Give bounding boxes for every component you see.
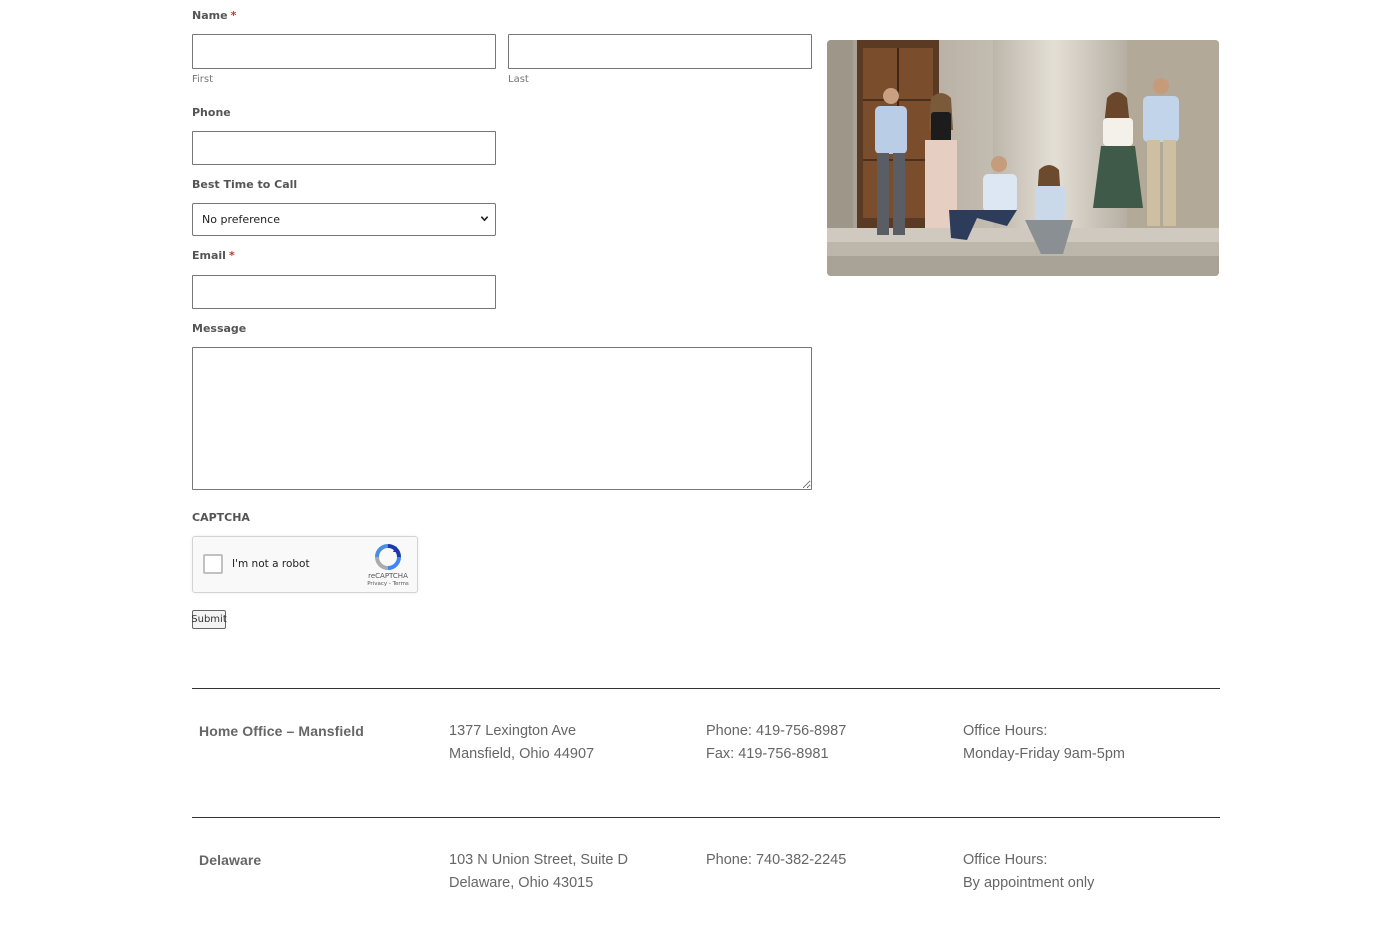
office-address: 1377 Lexington Ave Mansfield, Ohio 44907 [449,720,594,766]
office-fax: Fax: 419-756-8981 [706,746,829,762]
address-line: Mansfield, Ohio 44907 [449,746,595,762]
office-hours: Office Hours: By appointment only [963,849,1094,895]
team-photo [827,40,1219,276]
submit-button[interactable]: Submit [191,610,227,629]
message-label: Message [192,322,247,335]
office-hours-value: Monday-Friday 9am-5pm [963,746,1125,762]
phone-input[interactable] [192,131,496,165]
best-time-selected: No preference [202,213,280,226]
address-line: 1377 Lexington Ave [449,723,577,739]
office-hours-label: Office Hours: [963,852,1048,868]
first-name-input[interactable] [192,34,496,69]
recaptcha-brand: reCAPTCHA [368,572,408,580]
office-phone: Phone: 419-756-8987 [706,723,847,739]
office-contact: Phone: 419-756-8987 Fax: 419-756-8981 [706,720,846,766]
message-textarea[interactable] [192,347,812,490]
email-label: Email * [192,249,235,262]
name-label: Name * [192,9,237,22]
address-line: 103 N Union Street, Suite D [449,852,628,868]
office-hours: Office Hours: Monday-Friday 9am-5pm [963,720,1125,766]
address-line: Delaware, Ohio 43015 [449,875,594,891]
last-name-input[interactable] [508,34,812,69]
office-phone: Phone: 740-382-2245 [706,852,847,868]
office-address: 103 N Union Street, Suite D Delaware, Oh… [449,849,628,895]
email-input[interactable] [192,275,496,309]
recaptcha-widget: I'm not a robot reCAPTCHA Privacy - Term… [192,536,418,593]
recaptcha-text: I'm not a robot [232,558,310,570]
divider [192,688,1220,689]
office-hours-label: Office Hours: [963,723,1048,739]
office-contact: Phone: 740-382-2245 [706,849,846,872]
chevron-down-icon [480,213,489,226]
phone-label: Phone [192,106,231,119]
office-hours-value: By appointment only [963,875,1095,891]
recaptcha-checkbox[interactable] [203,554,223,574]
first-sublabel: First [192,74,214,85]
office-name: Delaware [199,852,262,868]
recaptcha-links[interactable]: Privacy - Terms [363,581,413,587]
last-sublabel: Last [508,74,529,85]
recaptcha-logo-icon [374,543,402,575]
divider [192,817,1220,818]
captcha-label: CAPTCHA [192,511,250,524]
required-mark: * [230,9,237,22]
best-time-select[interactable]: No preference [192,203,496,236]
best-time-label: Best Time to Call [192,178,298,191]
office-name: Home Office – Mansfield [199,723,364,739]
required-mark: * [228,249,235,262]
